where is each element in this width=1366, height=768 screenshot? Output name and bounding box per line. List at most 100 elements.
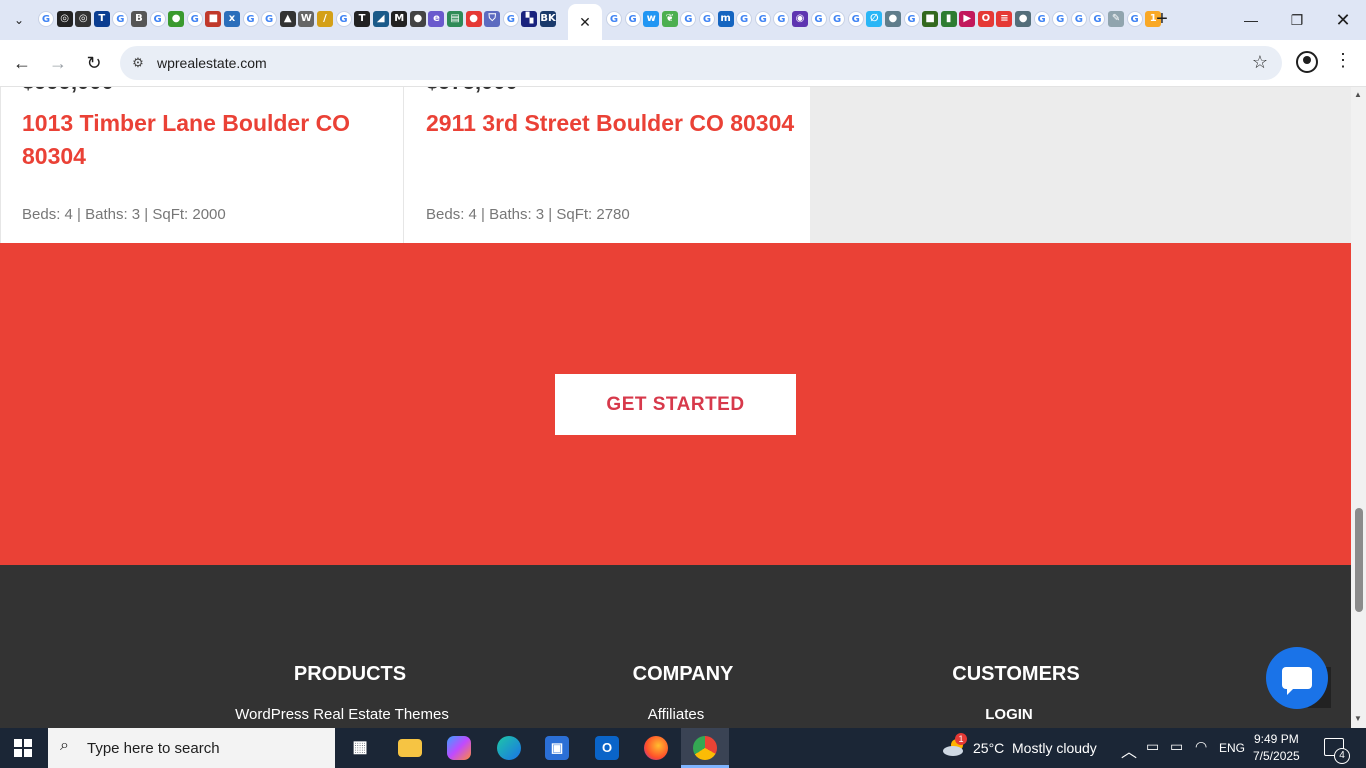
blocks-icon[interactable]: ▚ — [521, 11, 538, 27]
b-icon[interactable]: B — [130, 11, 147, 27]
site-info-icon[interactable]: ⚙ — [128, 53, 148, 73]
avatar-icon[interactable]: ● — [409, 11, 426, 27]
wn-icon[interactable]: w — [643, 11, 660, 27]
meet-icon[interactable]: ▭ — [1146, 738, 1159, 755]
m-icon[interactable]: M — [391, 11, 408, 27]
outlook-icon[interactable]: O — [595, 736, 619, 760]
opera-icon[interactable]: O — [977, 11, 994, 27]
footer-link-wordpress-themes[interactable]: WordPress Real Estate Themes — [192, 706, 492, 723]
circle-target-icon[interactable]: ◎ — [75, 11, 92, 27]
store-icon[interactable]: ▣ — [545, 736, 569, 760]
bookmark-star-icon[interactable]: ☆ — [1252, 52, 1268, 73]
google-icon[interactable]: G — [242, 11, 259, 27]
link-icon[interactable]: ∅ — [866, 11, 883, 27]
scroll-up-arrow-icon[interactable]: ▲ — [1354, 90, 1362, 99]
google-icon[interactable]: G — [149, 11, 166, 27]
google-icon[interactable]: G — [112, 11, 129, 27]
reload-icon[interactable]: ↻ — [82, 51, 106, 75]
google-icon[interactable]: G — [1089, 11, 1106, 27]
e-icon[interactable]: e — [428, 11, 445, 27]
circle-target-icon[interactable]: ◎ — [56, 11, 73, 27]
listing-card[interactable]: $975,000 2911 3rd Street Boulder CO 8030… — [405, 87, 810, 243]
close-tab-icon[interactable]: ✕ — [579, 14, 591, 31]
new-tab-button[interactable]: + — [1150, 8, 1174, 32]
chart-icon[interactable]: ▮ — [940, 11, 957, 27]
google-icon[interactable]: G — [698, 11, 715, 27]
google-icon[interactable]: G — [1126, 11, 1143, 27]
google-icon[interactable]: G — [502, 11, 519, 27]
google-icon[interactable]: G — [1070, 11, 1087, 27]
windows-start-icon[interactable] — [14, 739, 32, 757]
google-icon[interactable]: G — [261, 11, 278, 27]
footer-link-affiliates[interactable]: Affiliates — [576, 706, 776, 723]
copilot-icon[interactable] — [447, 736, 471, 760]
task-view-icon[interactable]: ▦ — [348, 736, 372, 760]
firefox-icon[interactable] — [644, 736, 668, 760]
tesla-icon[interactable]: T — [354, 11, 371, 27]
address-bar[interactable]: ⚙ wprealestate.com ☆ — [120, 46, 1282, 80]
hat-icon[interactable]: ▲ — [279, 11, 296, 27]
google-icon[interactable]: G — [186, 11, 203, 27]
globe-icon[interactable]: ● — [884, 11, 901, 27]
listing-address-link[interactable]: 2911 3rd Street Boulder CO 80304 — [426, 107, 796, 140]
weather-condition[interactable]: Mostly cloudy — [1012, 740, 1097, 756]
chat-widget-button[interactable] — [1266, 647, 1328, 709]
leaf-icon[interactable]: ❦ — [661, 11, 678, 27]
bk-icon[interactable]: BK — [540, 11, 557, 27]
circle-purple-icon[interactable]: ◉ — [791, 11, 808, 27]
google-icon[interactable]: G — [754, 11, 771, 27]
active-tab[interactable]: ✕ — [568, 4, 602, 40]
stripes-red-icon[interactable]: ≡ — [996, 11, 1013, 27]
xf-icon[interactable]: x — [223, 11, 240, 27]
get-started-button[interactable]: GET STARTED — [555, 374, 796, 435]
shield-icon[interactable]: ⛉ — [484, 11, 501, 27]
box-icon[interactable]: ■ — [205, 11, 222, 27]
m-square-icon[interactable]: m — [717, 11, 734, 27]
flag-icon[interactable]: ▶ — [959, 11, 976, 27]
stripes-icon[interactable]: / — [316, 11, 333, 27]
google-icon[interactable]: G — [810, 11, 827, 27]
footer-link-login[interactable]: LOGIN — [909, 706, 1109, 723]
google-icon[interactable]: G — [1052, 11, 1069, 27]
chevron-up-icon[interactable]: ︿ — [1121, 738, 1137, 762]
doc-icon[interactable]: ▤ — [447, 11, 464, 27]
weather-temp[interactable]: 25°C — [973, 740, 1004, 756]
google-icon[interactable]: G — [1033, 11, 1050, 27]
globe-icon[interactable]: ● — [1015, 11, 1032, 27]
google-icon[interactable]: G — [624, 11, 641, 27]
google-icon[interactable]: G — [680, 11, 697, 27]
listing-address-link[interactable]: 1013 Timber Lane Boulder CO 80304 — [22, 107, 392, 173]
taskbar-search-box[interactable]: ⌕ Type here to search — [48, 728, 335, 768]
url-text[interactable]: wprealestate.com — [157, 55, 267, 71]
page-scrollbar[interactable]: ▲ ▼ — [1351, 87, 1366, 728]
google-icon[interactable]: G — [736, 11, 753, 27]
menu-dots-icon[interactable]: ⋮ — [1334, 50, 1352, 71]
listing-card[interactable]: $999,000 1013 Timber Lane Boulder CO 803… — [0, 87, 404, 243]
tab-favicons-left[interactable]: G ◎ ◎ T G B G ● G ■ x G G ▲ W / G T ◢ M ● e ▤ ● ⛉ G ▚ BK — [38, 11, 559, 27]
google-icon[interactable]: G — [773, 11, 790, 27]
google-icon[interactable]: G — [38, 11, 54, 27]
profile-icon[interactable] — [1296, 51, 1318, 73]
green-icon[interactable]: ● — [168, 11, 185, 27]
red-icon[interactable]: ● — [465, 11, 482, 27]
arrow-icon[interactable]: ◢ — [372, 11, 389, 27]
scrollbar-thumb[interactable] — [1355, 508, 1363, 612]
wikipedia-icon[interactable]: W — [298, 11, 315, 27]
restore-icon[interactable]: ❐ — [1274, 6, 1320, 34]
tab-favicons-right[interactable]: G Gw ❦ G Gm G G G ◉ G G G ∅ ● G ■ ▮ ▶ O ≡ ● G G G G ✎ G 1 — [606, 11, 1164, 27]
forward-arrow-icon[interactable]: → — [46, 51, 70, 75]
close-window-icon[interactable]: ✕ — [1320, 6, 1366, 34]
back-arrow-icon[interactable]: ← — [10, 51, 34, 75]
wifi-icon[interactable]: ◠ — [1195, 738, 1207, 755]
battery-icon[interactable]: ▭ — [1170, 738, 1183, 755]
google-icon[interactable]: G — [903, 11, 920, 27]
minimize-icon[interactable]: — — [1228, 6, 1274, 34]
scroll-down-arrow-icon[interactable]: ▼ — [1354, 714, 1362, 723]
green-square-icon[interactable]: ■ — [922, 11, 939, 27]
google-icon[interactable]: G — [606, 11, 622, 27]
tab-search-chevron-icon[interactable]: ⌄ — [8, 9, 30, 31]
clock[interactable]: 9:49 PM 7/5/2025 — [1253, 731, 1300, 765]
file-explorer-icon[interactable] — [398, 739, 422, 757]
google-icon[interactable]: G — [829, 11, 846, 27]
chrome-icon[interactable] — [693, 736, 717, 760]
